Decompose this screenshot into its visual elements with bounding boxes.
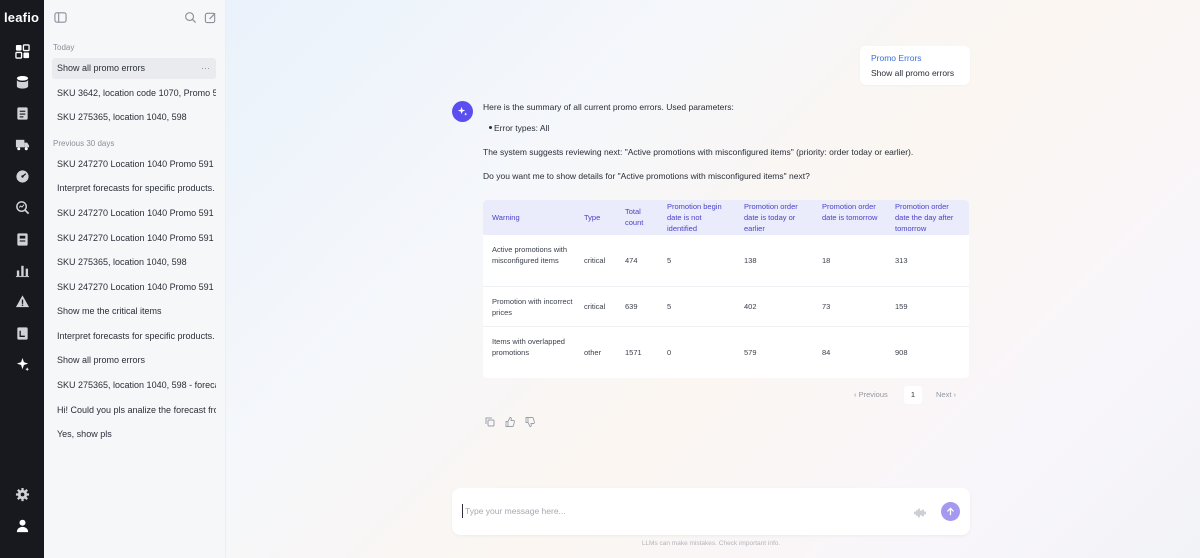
cell-today: 579	[744, 348, 757, 357]
cell-after-tomorrow: 159	[895, 302, 908, 311]
history-group-today: Today	[53, 43, 75, 52]
search-icon[interactable]	[183, 10, 197, 24]
col-header-warning[interactable]: Warning	[492, 212, 572, 223]
history-item[interactable]: SKU 3642, location code 1070, Promo 591	[52, 83, 216, 104]
analytics-search-icon[interactable]	[13, 198, 31, 216]
page-number-button[interactable]: 1	[904, 386, 922, 404]
dashboard-icon[interactable]	[13, 42, 31, 60]
history-item-label: Show all promo errors	[57, 63, 146, 73]
user-message-bubble: Promo Errors Show all promo errors	[860, 46, 970, 85]
col-header-order-day-after[interactable]: Promotion order date the day after tomor…	[895, 201, 963, 234]
chat-history-sidebar: Today Show all promo errors ··· SKU 3642…	[44, 0, 226, 558]
thumbs-up-icon[interactable]	[504, 416, 515, 427]
history-item[interactable]: SKU 247270 Location 1040 Promo 591	[52, 203, 216, 224]
nav-rail: leafio	[0, 0, 44, 558]
assistant-bullet-text: Error types: All	[494, 123, 550, 133]
cell-tomorrow: 84	[822, 348, 831, 357]
cell-not-identified: 5	[667, 302, 672, 311]
gauge-icon[interactable]	[13, 167, 31, 185]
message-composer	[452, 488, 970, 535]
cell-total: 474	[625, 256, 638, 265]
assistant-intro-text: Here is the summary of all current promo…	[483, 102, 734, 112]
send-button[interactable]	[941, 502, 960, 521]
copy-icon[interactable]	[484, 416, 495, 427]
cell-type: critical	[584, 302, 606, 311]
table-header: Warning Type Total count Promotion begin…	[483, 200, 969, 235]
truck-icon[interactable]	[13, 135, 31, 153]
cell-total: 1571	[625, 348, 642, 357]
history-item[interactable]: Hi! Could you pls analize the forecast f…	[52, 400, 216, 421]
cell-tomorrow: 73	[822, 302, 831, 311]
history-item[interactable]: SKU 275365, location 1040, 598 - forecas…	[52, 375, 216, 396]
database-icon[interactable]	[13, 73, 31, 91]
history-item[interactable]: SKU 247270 Location 1040 Promo 591	[52, 228, 216, 249]
cell-warning: Items with overlapped promotions	[492, 337, 565, 357]
cell-tomorrow: 18	[822, 256, 831, 265]
col-header-type[interactable]: Type	[584, 212, 619, 223]
history-item[interactable]: SKU 247270 Location 1040 Promo 591	[52, 277, 216, 298]
table-row[interactable]: Promotion with incorrect prices critical…	[483, 287, 969, 327]
table-pagination: ‹ Previous 1 Next ›	[852, 386, 970, 404]
cell-today: 138	[744, 256, 757, 265]
more-options-icon[interactable]: ···	[201, 58, 210, 79]
bullet-dot	[489, 126, 492, 129]
report-icon[interactable]	[13, 324, 31, 342]
user-message-title: Promo Errors	[871, 53, 922, 63]
sidebar-toolbar	[44, 0, 226, 34]
cell-warning: Active promotions with misconfigured ite…	[492, 245, 568, 265]
cell-type: critical	[584, 256, 606, 265]
history-item[interactable]: Show all promo errors	[52, 350, 216, 371]
assistant-suggestion-text: The system suggests reviewing next: "Act…	[483, 147, 914, 157]
settings-gear-icon[interactable]	[13, 485, 31, 503]
toggle-sidebar-icon[interactable]	[53, 10, 67, 24]
history-item[interactable]: Interpret forecasts for specific product…	[52, 178, 216, 199]
user-avatar-icon[interactable]	[13, 516, 31, 534]
cell-not-identified: 5	[667, 256, 672, 265]
col-header-order-tomorrow[interactable]: Promotion order date is tomorrow	[822, 201, 880, 223]
app-logo[interactable]: leafio	[4, 10, 39, 25]
cell-today: 402	[744, 302, 757, 311]
promo-errors-table: Warning Type Total count Promotion begin…	[483, 200, 969, 378]
next-page-button[interactable]: Next ›	[936, 390, 956, 399]
table-row[interactable]: Active promotions with misconfigured ite…	[483, 235, 969, 287]
assistant-question-text: Do you want me to show details for "Acti…	[483, 171, 810, 181]
warning-icon[interactable]	[13, 292, 31, 310]
cell-warning: Promotion with incorrect prices	[492, 297, 573, 317]
cell-type: other	[584, 348, 602, 357]
message-input[interactable]	[462, 504, 882, 518]
history-item[interactable]: Show all promo errors ···	[52, 58, 216, 79]
previous-page-button[interactable]: ‹ Previous	[854, 390, 888, 399]
cell-total: 639	[625, 302, 638, 311]
col-header-total-count[interactable]: Total count	[625, 206, 655, 228]
cell-not-identified: 0	[667, 348, 672, 357]
sparkle-icon[interactable]	[13, 355, 31, 373]
history-item[interactable]: SKU 275365, location 1040, 598	[52, 252, 216, 273]
table-row[interactable]: Items with overlapped promotions other 1…	[483, 327, 969, 378]
cell-after-tomorrow: 313	[895, 256, 908, 265]
history-group-previous-30-days: Previous 30 days	[53, 139, 115, 148]
bar-chart-icon[interactable]	[13, 261, 31, 279]
history-item[interactable]: Interpret forecasts for specific product…	[52, 326, 216, 347]
chat-main: Promo Errors Show all promo errors Here …	[226, 0, 1200, 558]
history-item[interactable]: Show me the critical items	[52, 301, 216, 322]
history-item[interactable]: Yes, show pls	[52, 424, 216, 445]
col-header-order-today[interactable]: Promotion order date is today or earlier	[744, 201, 810, 234]
disclaimer-text: LLMs can make mistakes. Check important …	[641, 540, 781, 547]
document-icon[interactable]	[13, 104, 31, 122]
col-header-begin-not-identified[interactable]: Promotion begin date is not identified	[667, 201, 733, 234]
history-item[interactable]: SKU 275365, location 1040, 598	[52, 107, 216, 128]
voice-waveform-icon[interactable]	[914, 506, 926, 518]
assistant-sparkle-icon	[452, 101, 473, 122]
store-icon[interactable]	[13, 230, 31, 248]
history-item[interactable]: SKU 247270 Location 1040 Promo 591	[52, 154, 216, 175]
new-chat-icon[interactable]	[203, 10, 217, 24]
user-message-text: Show all promo errors	[871, 68, 955, 78]
cell-after-tomorrow: 908	[895, 348, 908, 357]
thumbs-down-icon[interactable]	[524, 416, 535, 427]
